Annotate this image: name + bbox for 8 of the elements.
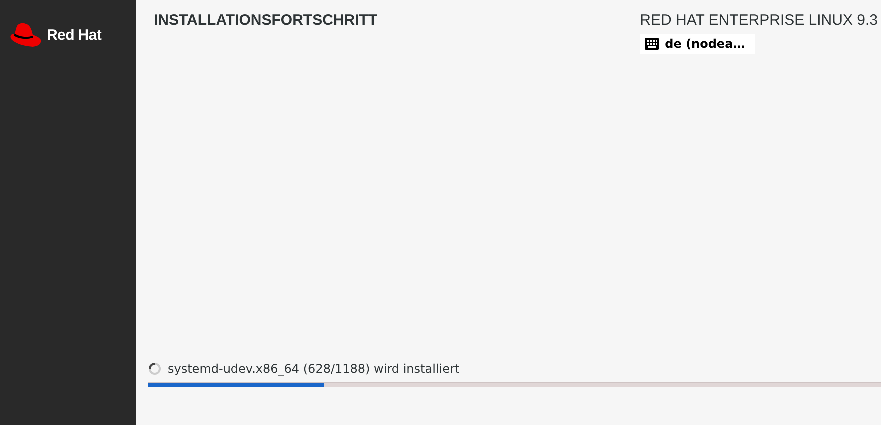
page-title: INSTALLATIONSFORTSCHRITT [154,12,378,31]
keyboard-icon [645,38,660,50]
product-name: RED HAT ENTERPRISE LINUX 9.3 [640,12,878,29]
keyboard-layout-button[interactable]: de (nodea… [640,34,756,54]
hat-icon [9,22,43,48]
logo-text: Red Hat [47,26,102,44]
spinner-icon [148,362,162,376]
status-text: systemd-udev.x86_64 (628/1188) wird installiert [168,362,460,376]
